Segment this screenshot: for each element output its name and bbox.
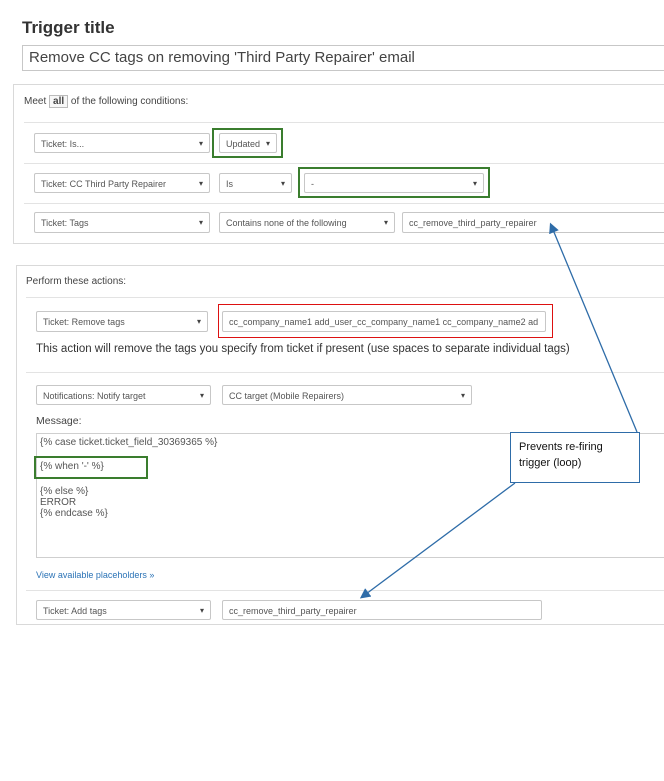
annotation-arrows — [359, 222, 638, 599]
arrow-to-condition-tags — [549, 222, 638, 433]
arrow-to-add-tags — [359, 482, 516, 599]
